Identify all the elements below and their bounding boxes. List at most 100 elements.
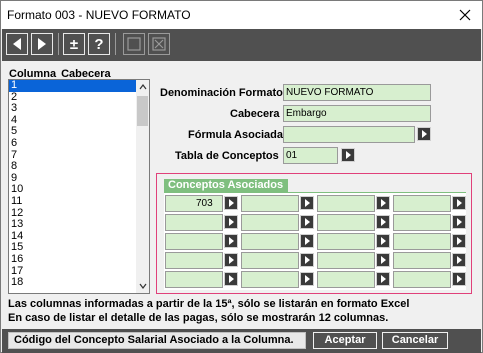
scroll-down-button[interactable]: [136, 279, 149, 293]
scroll-up-button[interactable]: [136, 80, 149, 94]
list-item[interactable]: 9: [9, 172, 149, 185]
concept-select-button[interactable]: [300, 215, 314, 229]
concept-cell[interactable]: [393, 252, 451, 269]
toolbar: ± ?: [2, 29, 481, 61]
concept-cell[interactable]: [317, 252, 375, 269]
concept-select-button[interactable]: [452, 272, 466, 286]
formula-field[interactable]: [283, 126, 415, 143]
list-item[interactable]: 12: [9, 207, 149, 220]
cancel-button[interactable]: Cancelar: [382, 332, 448, 349]
list-item[interactable]: 5: [9, 126, 149, 138]
concept-cell[interactable]: [165, 214, 223, 231]
triangle-right-icon: [305, 256, 310, 264]
triangle-right-icon: [305, 275, 310, 283]
concept-select-button[interactable]: [300, 253, 314, 267]
next-button[interactable]: [31, 33, 53, 55]
concept-select-button[interactable]: [300, 234, 314, 248]
concept-cell[interactable]: [317, 271, 375, 288]
triangle-right-icon: [457, 256, 462, 264]
concept-select-button[interactable]: [452, 234, 466, 248]
close-icon: [459, 9, 471, 21]
triangle-right-icon: [381, 218, 386, 226]
list-item[interactable]: 18: [9, 276, 149, 289]
concept-select-button[interactable]: [224, 272, 238, 286]
triangle-right-icon: [457, 218, 462, 226]
list-item[interactable]: 10: [9, 184, 149, 196]
previous-button[interactable]: [6, 33, 28, 55]
concept-cell[interactable]: [241, 195, 299, 212]
concept-cell[interactable]: [393, 233, 451, 250]
concept-select-button[interactable]: [376, 272, 390, 286]
concept-select-button[interactable]: [376, 234, 390, 248]
concept-cell[interactable]: [241, 252, 299, 269]
concept-select-button[interactable]: [224, 234, 238, 248]
concept-select-button[interactable]: [224, 215, 238, 229]
concept-select-button[interactable]: [376, 196, 390, 210]
list-item[interactable]: 16: [9, 253, 149, 266]
concept-select-button[interactable]: [224, 196, 238, 210]
concept-select-button[interactable]: [452, 253, 466, 267]
title-bar: Formato 003 - NUEVO FORMATO: [1, 1, 482, 29]
square-button[interactable]: [123, 33, 145, 55]
concept-cell[interactable]: [317, 195, 375, 212]
list-item[interactable]: 3: [9, 103, 149, 115]
chevron-up-icon: [139, 84, 146, 90]
list-item[interactable]: 4: [9, 114, 149, 127]
list-item[interactable]: 6: [9, 137, 149, 150]
triangle-right-icon: [381, 256, 386, 264]
concept-select-button[interactable]: [300, 272, 314, 286]
concept-cell[interactable]: [241, 233, 299, 250]
concept-cell[interactable]: [165, 252, 223, 269]
list-item[interactable]: 1: [9, 80, 149, 92]
concept-cell[interactable]: [241, 271, 299, 288]
close-button[interactable]: [454, 4, 476, 26]
scrollbar-thumb[interactable]: [137, 96, 148, 126]
concept-cell[interactable]: [165, 271, 223, 288]
cabecera-field[interactable]: Embargo: [283, 105, 431, 122]
concept-cell[interactable]: [241, 214, 299, 231]
info-line-1: Las columnas informadas a partir de la 1…: [8, 298, 410, 310]
scrollbar[interactable]: [136, 80, 149, 293]
column-list[interactable]: 1 2 3 4 5 6 7 8 9 10 11 12 13 14 15 16 17 18: [8, 79, 150, 294]
square-icon: [127, 37, 141, 51]
list-item[interactable]: 7: [9, 149, 149, 162]
concept-cell[interactable]: 703: [165, 195, 223, 212]
denominacion-field[interactable]: NUEVO FORMATO: [283, 84, 431, 101]
concept-select-button[interactable]: [224, 253, 238, 267]
concept-cell[interactable]: [393, 214, 451, 231]
concept-select-button[interactable]: [452, 196, 466, 210]
concept-select-button[interactable]: [376, 253, 390, 267]
list-item[interactable]: 11: [9, 195, 149, 208]
formula-select-button[interactable]: [417, 127, 431, 141]
status-message: Código del Concepto Salarial Asociado a …: [8, 332, 306, 349]
list-item[interactable]: 17: [9, 265, 149, 278]
triangle-right-icon: [38, 38, 46, 50]
list-item[interactable]: 15: [9, 242, 149, 254]
list-item[interactable]: 8: [9, 161, 149, 173]
list-item[interactable]: 14: [9, 230, 149, 243]
concept-cell[interactable]: [393, 271, 451, 288]
concept-select-button[interactable]: [452, 215, 466, 229]
concept-cell[interactable]: [165, 233, 223, 250]
triangle-right-icon: [305, 218, 310, 226]
triangle-right-icon: [457, 275, 462, 283]
list-item[interactable]: 13: [9, 219, 149, 231]
accept-button[interactable]: Aceptar: [313, 332, 377, 349]
dialog-window: Formato 003 - NUEVO FORMATO ± ? Columna C…: [0, 0, 483, 353]
concept-select-button[interactable]: [376, 215, 390, 229]
tabla-select-button[interactable]: [341, 148, 355, 162]
concept-cell[interactable]: [317, 233, 375, 250]
help-button[interactable]: ?: [88, 33, 110, 55]
concepts-grid: 703: [164, 192, 466, 290]
tabla-field[interactable]: 01: [283, 147, 338, 164]
list-items: 1 2 3 4 5 6 7 8 9 10 11 12 13 14 15 16 17 18: [9, 80, 149, 289]
concept-cell[interactable]: [317, 214, 375, 231]
plus-minus-button[interactable]: ±: [63, 33, 85, 55]
list-item[interactable]: 2: [9, 91, 149, 104]
concept-select-button[interactable]: [300, 196, 314, 210]
tabla-label: Tabla de Conceptos: [175, 150, 279, 162]
triangle-right-icon: [305, 199, 310, 207]
concept-cell[interactable]: [393, 195, 451, 212]
square-x-button[interactable]: [148, 33, 170, 55]
toolbar-separator: [58, 33, 59, 55]
